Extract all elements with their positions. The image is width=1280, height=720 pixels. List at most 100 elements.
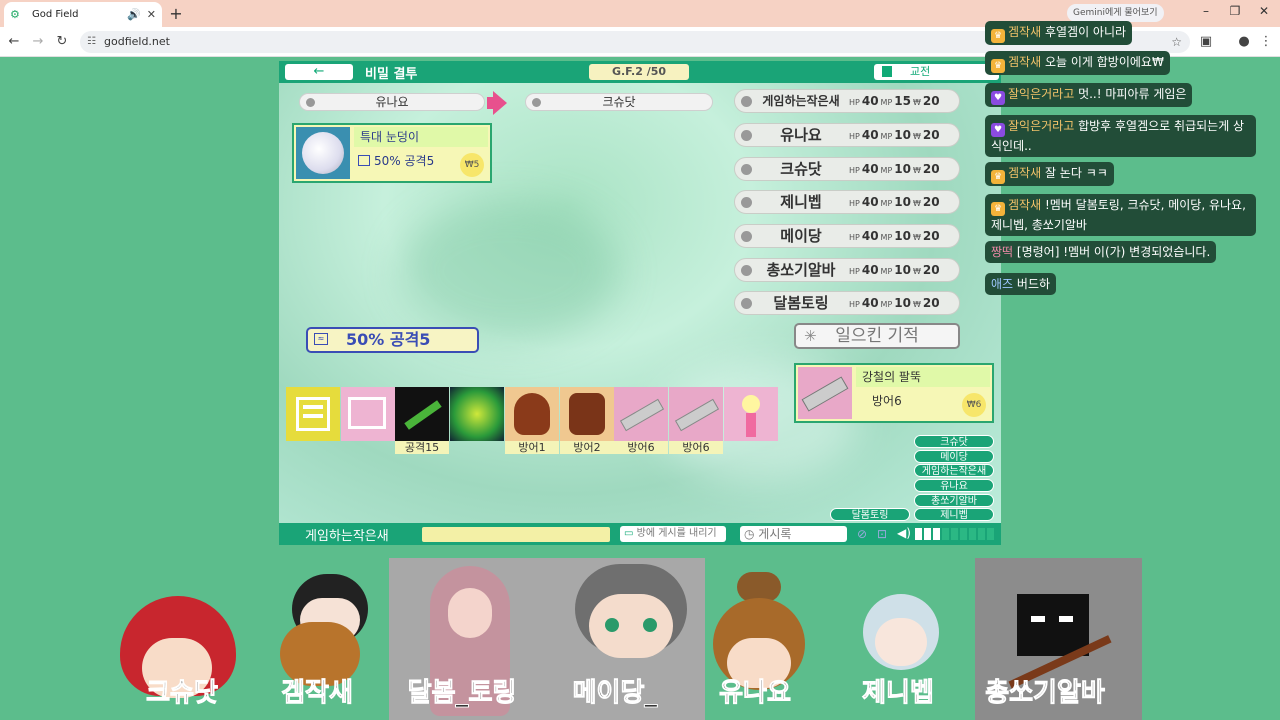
heart-icon: ♥ — [991, 91, 1005, 105]
player-row[interactable]: 메이당 HP 40 MP 10 ₩20 — [734, 224, 960, 248]
reload-icon[interactable]: ↻ — [54, 34, 70, 49]
profile-avatar[interactable]: ● — [1236, 34, 1252, 49]
close-window-icon[interactable]: ✕ — [1256, 4, 1272, 18]
won-value: 20 — [922, 128, 940, 142]
status-dot — [741, 298, 752, 309]
player-list-item[interactable]: 총쏘기알바 — [914, 494, 994, 507]
status-dot — [741, 231, 752, 242]
speaker-icon[interactable]: 🔊 — [127, 8, 141, 21]
forward-icon[interactable]: → — [30, 34, 46, 49]
hand-label: 방어6 — [669, 441, 723, 454]
volume-level[interactable] — [951, 528, 958, 540]
player-name: 제니벱 — [780, 193, 822, 211]
hp-value: 40 — [861, 94, 879, 108]
stream-name: 총쏘기알바 — [985, 678, 1106, 709]
extensions-icon[interactable]: ▣ — [1198, 34, 1214, 49]
mp-label: MP — [880, 199, 893, 208]
player-row[interactable]: 유나요 HP 40 MP 10 ₩20 — [734, 123, 960, 147]
chat-user: 겜작새 — [1008, 25, 1042, 39]
post-button[interactable]: ▭ 방에 게시를 내리기 — [620, 526, 726, 542]
hand-card-gauntlet-icon[interactable] — [614, 387, 668, 441]
mp-value: 10 — [894, 296, 911, 310]
hand-card-helmet-icon[interactable] — [505, 387, 559, 441]
volume-level[interactable] — [924, 528, 931, 540]
chat-message: ♛ 겜작새 오늘 이게 합방이에요₩ — [985, 51, 1170, 75]
hp-label: HP — [849, 233, 860, 242]
player-list-item[interactable]: 게임하는작은새 — [914, 464, 994, 477]
hand-card-pink-icon[interactable] — [341, 387, 395, 441]
detail-card[interactable]: 강철의 팔뚝 방어6 ₩6 — [794, 363, 994, 423]
won-value: 20 — [922, 162, 940, 176]
gemini-button[interactable]: Gemini에게 물어보기 — [1067, 4, 1164, 22]
new-tab-button[interactable]: + — [167, 4, 185, 23]
player-row[interactable]: 제니벱 HP 40 MP 10 ₩20 — [734, 190, 960, 214]
player-list-item[interactable]: 제니벱 — [914, 508, 994, 521]
player-row[interactable]: 게임하는작은새 HP 40 MP 15 ₩20 — [734, 89, 960, 113]
player-list-item[interactable]: 메이당 — [914, 450, 994, 463]
exchange-button[interactable]: 교전 — [874, 64, 999, 80]
hand-card-armor-icon[interactable] — [560, 387, 614, 441]
won-value: 20 — [922, 94, 940, 108]
target-pill[interactable]: 크슈닷 — [525, 93, 713, 111]
mp-label: MP — [880, 300, 893, 309]
hp-value: 40 — [861, 195, 879, 209]
hp-value: 40 — [861, 229, 879, 243]
volume-level[interactable] — [960, 528, 967, 540]
browser-tab[interactable]: ⚙ God Field 🔊 ✕ — [4, 2, 162, 27]
player-row[interactable]: 크슈닷 HP 40 MP 10 ₩20 — [734, 157, 960, 181]
status-dot — [741, 96, 752, 107]
attack-card[interactable]: 특대 눈덩이 50% 공격5 ₩5 — [292, 123, 492, 183]
status-dot — [741, 130, 752, 141]
sun-icon: ✳ — [804, 327, 817, 345]
player-stats: HP 40 MP 10 ₩20 — [847, 293, 940, 315]
chat-user: 애즈 — [991, 277, 1014, 291]
player-list-item[interactable]: 달봄토링 — [830, 508, 910, 521]
volume-level[interactable] — [933, 528, 940, 540]
won-value: 20 — [922, 229, 940, 243]
chat-text: [명령어] !멤버 이(가) 변경되었습니다. — [1016, 245, 1211, 259]
player-list-item[interactable]: 크슈닷 — [914, 435, 994, 448]
player-name: 메이당 — [780, 227, 822, 245]
volume-level[interactable] — [915, 528, 922, 540]
close-tab-icon[interactable]: ✕ — [147, 8, 156, 21]
hp-label: HP — [849, 300, 860, 309]
volume-icon[interactable]: ◀) — [897, 526, 911, 540]
player-list-item[interactable]: 유나요 — [914, 479, 994, 492]
volume-level[interactable] — [969, 528, 976, 540]
hand-card-green-sword-icon[interactable] — [395, 387, 449, 441]
player-stats: HP 40 MP 10 ₩20 — [847, 260, 940, 282]
chat-message: ♛ 겜작새 후열겜이 아니라 — [985, 21, 1133, 45]
minimize-icon[interactable]: – — [1198, 4, 1214, 18]
board-button[interactable]: ◷ 게시록 — [740, 526, 847, 542]
maximize-icon[interactable]: ❐ — [1227, 4, 1243, 18]
won-label: ₩ — [912, 98, 921, 107]
volume-level[interactable] — [978, 528, 985, 540]
mp-value: 10 — [894, 128, 911, 142]
site-info-icon[interactable]: ☷ — [87, 31, 96, 53]
game-area: ← 비밀 결투 G.F.2 /50 교전 유나요 크슈닷 특대 눈덩이 50% … — [279, 61, 1001, 545]
miracle-button[interactable]: ✳ 일으킨 기적 — [794, 323, 960, 349]
hand-label: 방어2 — [560, 441, 614, 454]
bookmark-star-icon[interactable]: ☆ — [1171, 31, 1182, 53]
game-chat-input[interactable] — [422, 527, 610, 542]
player-row[interactable]: 달봄토링 HP 40 MP 10 ₩20 — [734, 291, 960, 315]
attacker-name: 유나요 — [375, 95, 409, 109]
back-icon[interactable]: ← — [6, 34, 22, 49]
attacker-pill[interactable]: 유나요 — [299, 93, 485, 111]
chat-message: 애즈 버드하 — [985, 273, 1057, 295]
menu-icon[interactable]: ⋮ — [1258, 34, 1274, 49]
hand-card-gauntlet-icon[interactable] — [669, 387, 723, 441]
wave-icon: ≈ — [314, 333, 328, 345]
hand-card-fairy-icon[interactable] — [724, 387, 778, 441]
lock-icon[interactable]: ⊡ — [877, 527, 887, 541]
hand-card-green-spear-icon[interactable] — [450, 387, 504, 441]
player-name: 게임하는작은새 — [762, 94, 840, 108]
player-stats: HP 40 MP 10 ₩20 — [847, 226, 940, 248]
player-row[interactable]: 총쏘기알바 HP 40 MP 10 ₩20 — [734, 258, 960, 282]
game-back-button[interactable]: ← — [285, 64, 353, 80]
player-name: 총쏘기알바 — [766, 261, 836, 279]
volume-level[interactable] — [942, 528, 949, 540]
volume-level[interactable] — [987, 528, 994, 540]
hand-card-yellow-icon[interactable] — [286, 387, 340, 441]
hide-icon[interactable]: ⊘ — [857, 527, 867, 541]
